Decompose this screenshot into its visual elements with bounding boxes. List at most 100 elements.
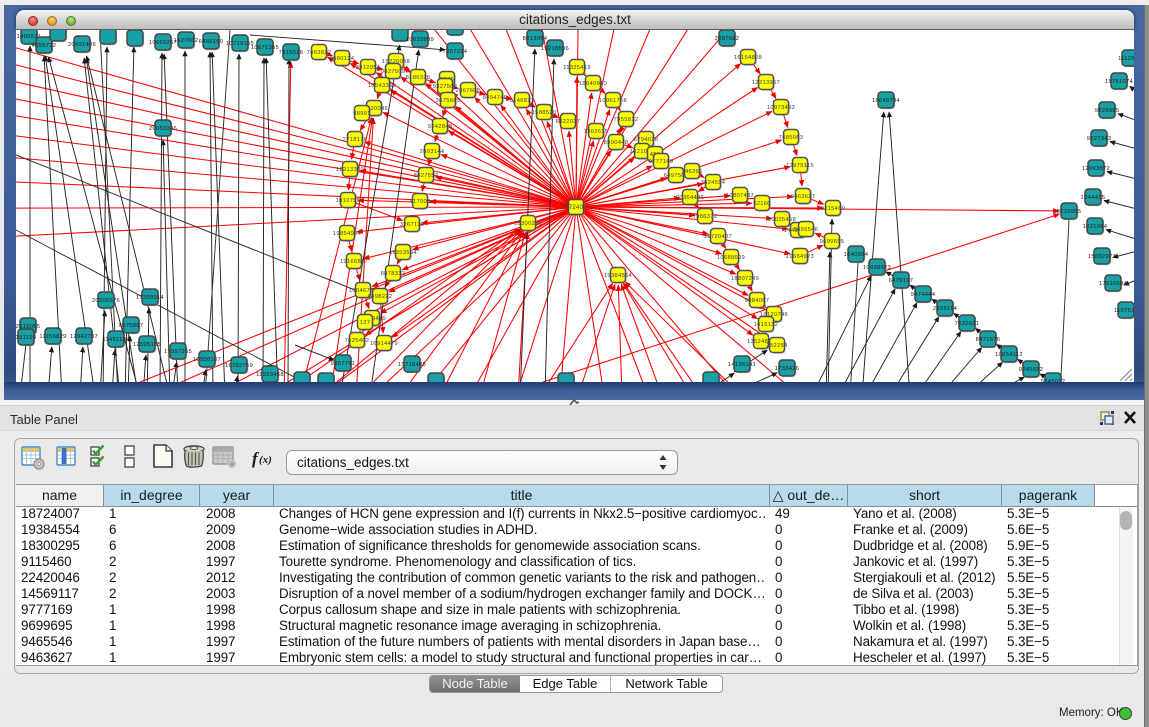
svg-text:12505135: 12505135 <box>133 342 161 348</box>
svg-text:9245652: 9245652 <box>1019 367 1044 373</box>
svg-text:7515526: 7515526 <box>279 50 304 56</box>
svg-text:20206576: 20206576 <box>92 298 120 304</box>
svg-text:98901: 98901 <box>353 111 371 117</box>
svg-text:12942737: 12942737 <box>70 334 98 340</box>
svg-text:8471676: 8471676 <box>976 337 1001 343</box>
svg-text:3624554: 3624554 <box>701 180 726 186</box>
svg-text:1733426: 1733426 <box>775 366 800 372</box>
svg-text:8454749: 8454749 <box>483 95 508 101</box>
svg-text:19218506: 19218506 <box>541 46 569 52</box>
svg-text:9115460: 9115460 <box>821 206 845 212</box>
svg-text:19854934: 19854934 <box>333 231 362 237</box>
svg-text:20364436: 20364436 <box>676 195 704 201</box>
svg-text:14136141: 14136141 <box>728 362 756 368</box>
svg-text:8813054: 8813054 <box>523 36 548 42</box>
svg-text:12213967: 12213967 <box>752 80 780 86</box>
svg-text:6479197: 6479197 <box>889 278 914 284</box>
svg-text:1112541: 1112541 <box>1118 56 1134 62</box>
svg-text:16782759: 16782759 <box>225 363 253 369</box>
svg-text:16648794: 16648794 <box>872 98 901 104</box>
svg-text:18300295: 18300295 <box>514 221 542 227</box>
svg-text:18724007: 18724007 <box>561 205 590 211</box>
svg-text:7625402: 7625402 <box>345 338 370 344</box>
svg-text:10033809: 10033809 <box>406 37 434 43</box>
svg-text:8660124: 8660124 <box>330 56 355 62</box>
svg-text:10543362: 10543362 <box>368 83 396 89</box>
svg-text:18807249: 18807249 <box>731 276 759 282</box>
svg-text:252254: 252254 <box>766 343 788 349</box>
svg-text:9245012: 9245012 <box>1041 379 1066 382</box>
svg-text:17359914: 17359914 <box>136 295 165 301</box>
svg-text:1244415: 1244415 <box>1081 195 1106 201</box>
svg-text:17957255: 17957255 <box>164 349 192 355</box>
svg-text:1640954: 1640954 <box>844 252 869 258</box>
svg-text:3675685: 3675685 <box>436 98 461 104</box>
svg-text:(x): (x) <box>259 454 272 466</box>
svg-text:18640910: 18640910 <box>579 81 607 87</box>
svg-text:417006: 417006 <box>409 199 430 205</box>
svg-text:8990448: 8990448 <box>604 140 629 146</box>
svg-text:8427552: 8427552 <box>414 173 439 179</box>
svg-text:16154808: 16154808 <box>734 55 762 61</box>
svg-text:9242848: 9242848 <box>428 124 453 130</box>
svg-text:19384554: 19384554 <box>604 273 633 279</box>
svg-text:9146821: 9146821 <box>510 98 535 104</box>
svg-text:10654112: 10654112 <box>995 352 1023 358</box>
svg-text:6466160: 6466160 <box>199 39 224 45</box>
svg-text:7357224: 7357224 <box>443 49 468 55</box>
svg-text:12975115: 12975115 <box>786 163 814 169</box>
svg-text:8215955: 8215955 <box>1057 209 1082 215</box>
svg-text:16914479: 16914479 <box>370 341 398 347</box>
svg-text:1615132: 1615132 <box>754 322 779 328</box>
svg-text:10807487: 10807487 <box>726 193 754 199</box>
svg-text:20691406: 20691406 <box>68 42 96 48</box>
svg-text:11325419: 11325419 <box>563 65 591 71</box>
svg-text:391194: 391194 <box>16 335 37 341</box>
svg-text:8186328: 8186328 <box>406 75 431 81</box>
svg-text:10973493: 10973493 <box>767 105 795 111</box>
svg-text:9474444: 9474444 <box>911 292 936 298</box>
svg-text:746266: 746266 <box>681 169 702 175</box>
svg-text:6322037: 6322037 <box>556 119 581 125</box>
svg-text:9699695: 9699695 <box>820 239 845 245</box>
svg-text:1362615: 1362615 <box>584 129 609 135</box>
svg-text:10025458: 10025458 <box>768 217 796 223</box>
svg-text:6794028: 6794028 <box>634 137 659 143</box>
svg-text:1021064: 1021064 <box>1083 224 1108 230</box>
svg-text:2867608: 2867608 <box>456 88 481 94</box>
svg-text:10958107: 10958107 <box>193 357 221 363</box>
svg-text:1167533: 1167533 <box>1114 308 1134 314</box>
svg-text:19166827: 19166827 <box>340 259 368 265</box>
svg-text:9327508: 9327508 <box>433 84 458 90</box>
svg-text:10688609: 10688609 <box>717 255 745 261</box>
svg-text:9463627: 9463627 <box>791 194 816 200</box>
svg-text:9498222: 9498222 <box>368 294 393 300</box>
svg-text:4055712: 4055712 <box>32 43 57 49</box>
svg-text:2087682: 2087682 <box>715 36 740 42</box>
svg-text:9857791: 9857791 <box>331 361 356 367</box>
svg-text:11353594: 11353594 <box>389 250 417 256</box>
svg-text:62160: 62160 <box>753 201 771 207</box>
svg-text:1588520: 1588520 <box>532 110 557 116</box>
svg-text:3912954: 3912954 <box>356 65 381 71</box>
svg-text:12093872: 12093872 <box>1082 166 1110 172</box>
svg-text:2718176: 2718176 <box>343 137 368 143</box>
svg-text:127: 127 <box>360 320 371 326</box>
svg-text:12213389: 12213389 <box>336 167 364 173</box>
svg-text:9777169: 9777169 <box>649 159 674 165</box>
svg-text:9884067: 9884067 <box>745 298 770 304</box>
svg-text:10671355: 10671355 <box>251 45 279 51</box>
svg-text:17016504: 17016504 <box>1099 281 1128 287</box>
svg-text:2803144: 2803144 <box>420 149 445 155</box>
svg-text:19654923: 19654923 <box>786 254 814 260</box>
svg-text:9975867: 9975867 <box>119 323 144 329</box>
svg-text:1527602: 1527602 <box>174 38 199 44</box>
svg-text:7485063: 7485063 <box>779 135 804 141</box>
svg-text:7632621: 7632621 <box>955 321 980 327</box>
svg-text:3267110: 3267110 <box>400 222 424 228</box>
svg-text:7463822: 7463822 <box>307 50 332 56</box>
svg-text:8878332: 8878332 <box>381 271 406 277</box>
svg-text:7986372: 7986372 <box>693 214 718 220</box>
svg-text:11156829: 11156829 <box>39 334 66 340</box>
svg-text:15720407: 15720407 <box>704 234 732 240</box>
